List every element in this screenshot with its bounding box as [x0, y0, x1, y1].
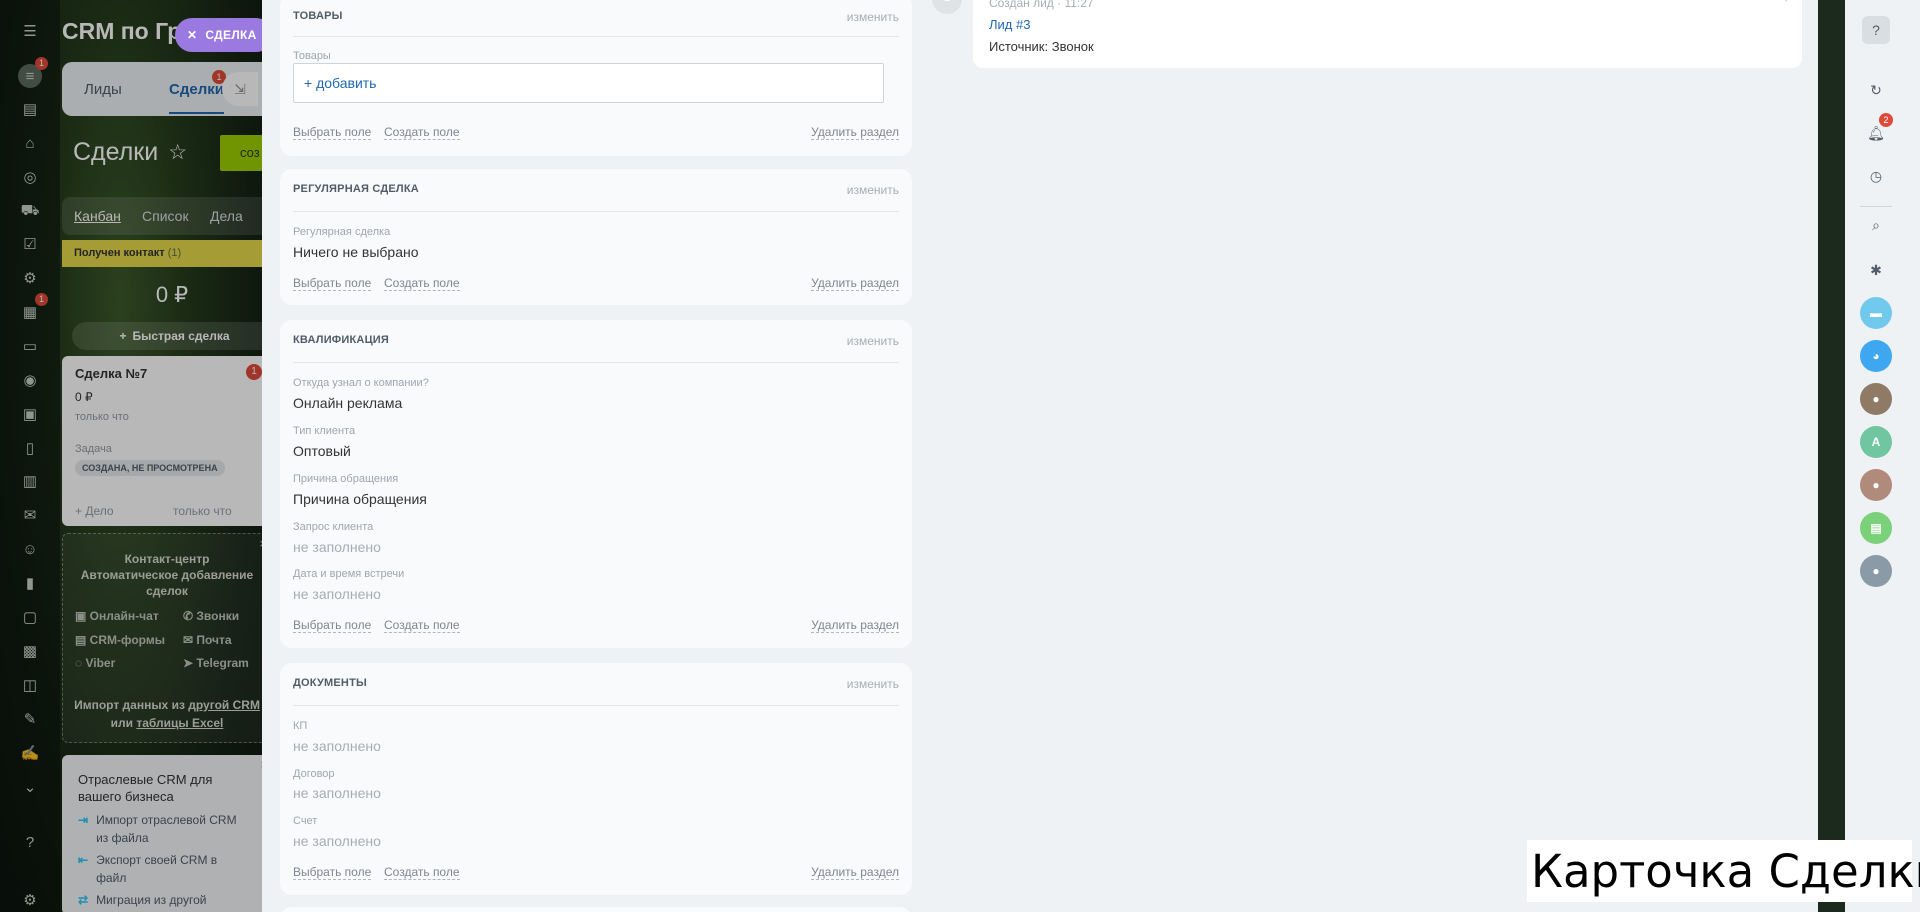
bot-avatar[interactable]: ◕ [1860, 340, 1892, 372]
help-icon[interactable]: ? [1862, 16, 1890, 44]
field-label: Товары [293, 50, 331, 62]
section-title: ДОКУМЕНТЫ [293, 677, 367, 689]
section-divider [293, 362, 899, 363]
caption-watermark: Карточка Сделки [1527, 840, 1920, 902]
section-edit-link[interactable]: изменить [847, 334, 899, 348]
section-divider [293, 211, 899, 212]
delete-section-link[interactable]: Удалить раздел [811, 865, 899, 880]
deal-chip-label: СДЕЛКА [205, 28, 257, 42]
field-value[interactable]: Причина обращения [293, 491, 427, 507]
deal-card-slider: ТОВАРЫ изменить Товары + добавить Выбрат… [262, 0, 1818, 912]
select-field-link[interactable]: Выбрать поле [293, 618, 372, 633]
user-avatar[interactable]: ● [1860, 383, 1892, 415]
field-label: Тип клиента [293, 425, 356, 437]
field-value[interactable]: не заполнено [293, 539, 381, 555]
add-product-button[interactable]: + добавить [293, 63, 884, 103]
create-field-link[interactable]: Создать поле [384, 125, 460, 140]
user-avatar-letter[interactable]: A [1860, 426, 1892, 458]
section-qualification: КВАЛИФИКАЦИЯ изменить Откуда узнал о ком… [280, 320, 912, 648]
section-next [280, 907, 912, 912]
bug-icon[interactable]: ✱ [1860, 254, 1892, 286]
right-rail: ? ↻ 🔔︎ 2 ◷ ⌕ ✱ ▬ ◕ ● A ● ▤ ● [1845, 0, 1920, 912]
create-field-link[interactable]: Создать поле [384, 618, 460, 633]
delete-section-link[interactable]: Удалить раздел [811, 125, 899, 140]
timeline-lead-link[interactable]: Лид #3 [989, 17, 1030, 32]
field-value[interactable]: не заполнено [293, 833, 381, 849]
select-field-link[interactable]: Выбрать поле [293, 125, 372, 140]
section-title: ТОВАРЫ [293, 10, 343, 22]
field-value[interactable]: Оптовый [293, 443, 351, 459]
field-label: Запрос клиента [293, 521, 374, 533]
user-avatar[interactable]: ● [1860, 555, 1892, 587]
select-field-link[interactable]: Выбрать поле [293, 276, 372, 291]
section-products: ТОВАРЫ изменить Товары + добавить Выбрат… [280, 0, 912, 156]
field-label: КП [293, 720, 308, 732]
create-field-link[interactable]: Создать поле [384, 276, 460, 291]
section-recurring-deal: РЕГУЛЯРНАЯ СДЕЛКА изменить Регулярная сд… [280, 169, 912, 305]
section-documents: ДОКУМЕНТЫ изменить КП не заполнено Догов… [280, 663, 912, 895]
field-label: Причина обращения [293, 473, 399, 485]
section-title: РЕГУЛЯРНАЯ СДЕЛКА [293, 183, 419, 195]
field-label: Договор [293, 768, 335, 780]
section-title: КВАЛИФИКАЦИЯ [293, 334, 390, 346]
timeline-meta: Создан лид · 11:27 [989, 0, 1094, 10]
field-label: Откуда узнал о компании? [293, 377, 429, 389]
section-divider [293, 36, 899, 37]
field-value[interactable]: Онлайн реклама [293, 395, 402, 411]
field-label: Регулярная сделка [293, 226, 391, 238]
select-field-link[interactable]: Выбрать поле [293, 865, 372, 880]
open-channel-avatar[interactable]: ▬ [1860, 297, 1892, 329]
field-value[interactable]: Ничего не выбрано [293, 244, 419, 260]
background-crm-app: ☰ ≡ 1 ▤ ⌂ ◎ ⛟ ☑ ⚙ ▦ 1 ▭ ◉ ▣ ▯ ▥ ✉ ☺ ▮ ▢ ▩ … [0, 0, 262, 912]
overlay-dim [0, 0, 262, 912]
search-icon[interactable]: ⌕ [1860, 209, 1892, 241]
close-icon[interactable]: ✕ [187, 28, 197, 42]
field-value[interactable]: не заполнено [293, 586, 381, 602]
timeline-item: Создан лид · 11:27 ⚲ Лид #3 Источник: Зв… [973, 0, 1802, 68]
timeline-source: Источник: Звонок [989, 39, 1094, 54]
notifications-badge: 2 [1879, 113, 1893, 127]
section-edit-link[interactable]: изменить [847, 677, 899, 691]
field-value[interactable]: не заполнено [293, 785, 381, 801]
field-label: Счет [293, 815, 318, 827]
delete-section-link[interactable]: Удалить раздел [811, 618, 899, 633]
field-value[interactable]: не заполнено [293, 738, 381, 754]
field-label: Дата и время встречи [293, 568, 405, 580]
section-divider [293, 705, 899, 706]
delete-section-link[interactable]: Удалить раздел [811, 276, 899, 291]
pin-icon[interactable]: ⚲ [1782, 0, 1790, 3]
bell-icon[interactable]: 🔔︎ 2 [1860, 113, 1893, 149]
deal-slider-chip[interactable]: ✕ СДЕЛКА [175, 18, 273, 52]
messages-icon[interactable]: ◷ [1860, 160, 1892, 192]
create-field-link[interactable]: Создать поле [384, 865, 460, 880]
chat-group-avatar[interactable]: ▤ [1860, 512, 1892, 544]
user-avatar[interactable]: ● [1860, 469, 1892, 501]
sync-icon[interactable]: ↻ [1860, 74, 1892, 106]
section-edit-link[interactable]: изменить [847, 10, 899, 24]
timeline-marker: 1 [932, 0, 962, 14]
section-edit-link[interactable]: изменить [847, 183, 899, 197]
rail-divider [1860, 206, 1892, 207]
